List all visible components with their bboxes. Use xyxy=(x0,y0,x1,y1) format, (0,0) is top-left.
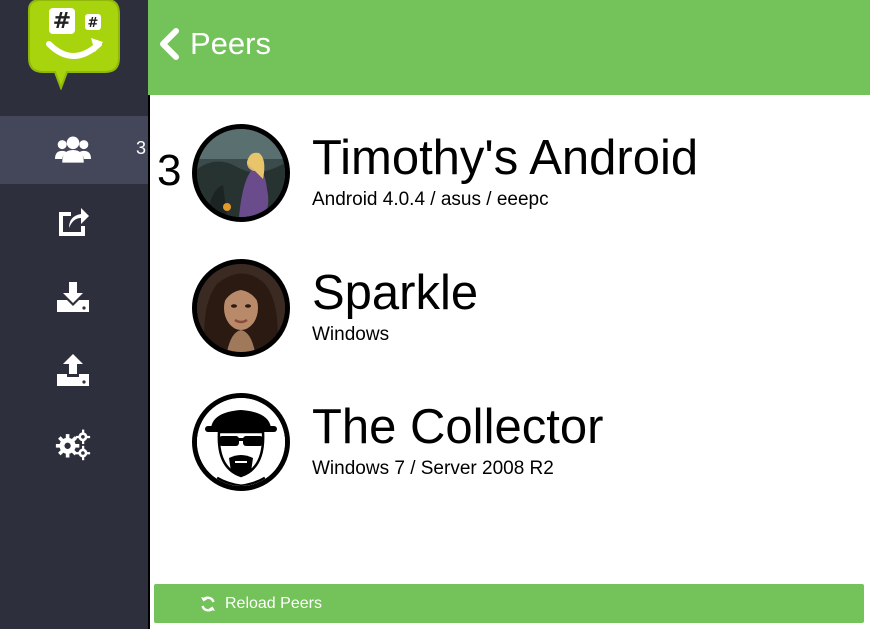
users-icon xyxy=(55,136,91,163)
sidebar-item-upload[interactable] xyxy=(0,336,148,404)
peer-item[interactable]: The Collector Windows 7 / Server 2008 R2 xyxy=(190,393,860,497)
peer-detail: Windows 7 / Server 2008 R2 xyxy=(312,458,554,479)
sidebar-item-download[interactable] xyxy=(0,262,148,330)
peer-detail: Android 4.0.4 / asus / eeepc xyxy=(312,189,549,210)
page-title: Peers xyxy=(190,26,271,61)
sidebar-item-share[interactable] xyxy=(0,186,148,254)
sidebar-item-peers[interactable] xyxy=(0,116,148,184)
svg-text:#: # xyxy=(88,16,99,31)
sidebar: # # 3 xyxy=(0,0,148,629)
peer-item[interactable]: Sparkle Windows xyxy=(190,259,860,363)
svg-text:#: # xyxy=(53,9,71,34)
peer-name: Timothy's Android xyxy=(312,131,699,185)
app-logo: # # xyxy=(27,0,121,91)
peer-name: Sparkle xyxy=(312,266,479,320)
share-icon xyxy=(59,208,89,236)
reload-peers-button[interactable]: Reload Peers xyxy=(154,584,864,623)
upload-icon xyxy=(57,354,89,386)
refresh-icon xyxy=(201,595,215,612)
peer-item[interactable]: Timothy's Android Android 4.0.4 / asus /… xyxy=(190,124,860,228)
sidebar-divider xyxy=(148,95,150,629)
avatar xyxy=(192,259,290,357)
peers-badge: 3 xyxy=(136,138,147,158)
avatar xyxy=(192,124,290,222)
download-icon xyxy=(57,282,89,312)
peer-detail: Windows xyxy=(312,324,390,345)
cogs-icon xyxy=(55,429,91,461)
avatar xyxy=(192,393,290,491)
back-button[interactable]: Peers xyxy=(158,24,271,64)
sidebar-item-settings[interactable] xyxy=(0,410,148,478)
chevron-left-icon xyxy=(160,28,179,60)
peer-name: The Collector xyxy=(312,400,604,454)
peer-count: 3 xyxy=(157,146,182,195)
reload-label: Reload Peers xyxy=(225,594,322,612)
